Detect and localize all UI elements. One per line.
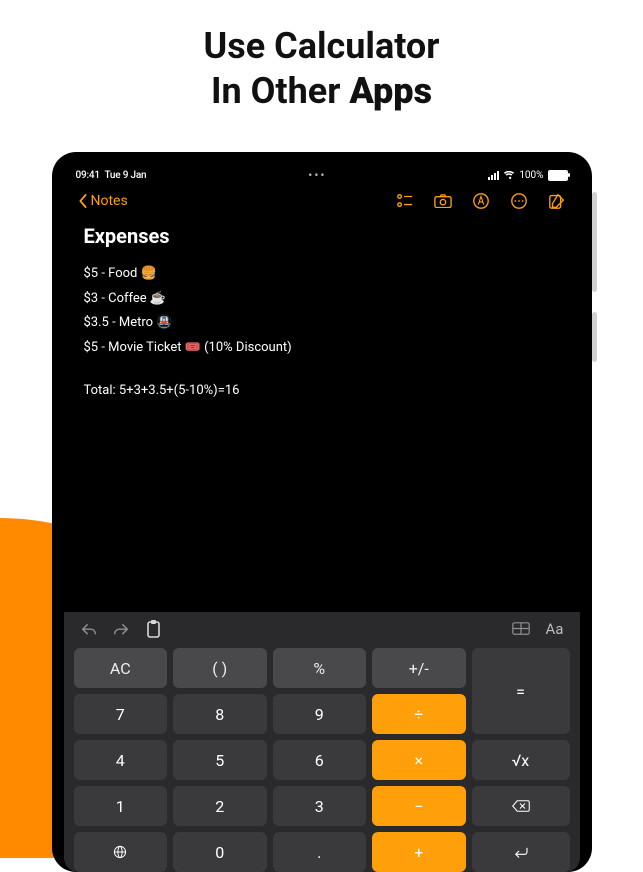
tablet-side-button <box>592 312 597 362</box>
key-6[interactable]: 6 <box>273 740 367 780</box>
key-4[interactable]: 4 <box>74 740 168 780</box>
promo-line2a: In Other <box>211 70 349 112</box>
more-icon[interactable] <box>510 192 528 210</box>
redo-icon[interactable] <box>112 620 130 638</box>
key-globe[interactable] <box>74 832 168 872</box>
note-body[interactable]: Expenses $5 - Food 🍔 $3 - Coffee ☕ $3.5 … <box>64 220 580 612</box>
notes-header: Notes <box>64 182 580 220</box>
battery-pct: 100% <box>519 170 543 181</box>
undo-icon[interactable] <box>80 620 98 638</box>
note-line: $5 - Food 🍔 <box>84 262 560 287</box>
key-sqrt[interactable]: √x <box>472 740 570 780</box>
wifi-icon <box>503 171 515 179</box>
key-2[interactable]: 2 <box>173 786 267 826</box>
format-icon[interactable]: Aa <box>546 620 564 638</box>
signal-icon <box>488 171 499 180</box>
promo-line1: Use Calculator <box>204 25 440 67</box>
key-dot[interactable]: . <box>273 832 367 872</box>
calculator-keyboard: Aa AC ( ) % +/- 7 8 9 ÷ 4 5 6 × 1 <box>64 612 580 872</box>
key-9[interactable]: 9 <box>273 694 367 734</box>
key-7[interactable]: 7 <box>74 694 168 734</box>
markup-icon[interactable] <box>472 192 490 210</box>
battery-icon <box>548 170 568 181</box>
key-ac[interactable]: AC <box>74 648 168 688</box>
chevron-left-icon <box>78 194 88 208</box>
key-paren[interactable]: ( ) <box>173 648 267 688</box>
key-plusminus[interactable]: +/- <box>372 648 466 688</box>
note-line: $3.5 - Metro 🚇 <box>84 311 560 336</box>
screen: 09:41 Tue 9 Jan ••• 100% Notes <box>64 164 580 872</box>
key-divide[interactable]: ÷ <box>372 694 466 734</box>
promo-line2b: Apps <box>349 70 432 112</box>
key-5[interactable]: 5 <box>173 740 267 780</box>
note-total: Total: 5+3+3.5+(5-10%)=16 <box>84 379 560 404</box>
tablet-frame: 09:41 Tue 9 Jan ••• 100% Notes <box>52 152 592 872</box>
status-bar: 09:41 Tue 9 Jan ••• 100% <box>64 164 580 182</box>
tablet-side-button <box>592 192 597 292</box>
key-backspace[interactable] <box>472 786 570 826</box>
status-date: Tue 9 Jan <box>104 170 146 181</box>
note-line: $3 - Coffee ☕ <box>84 287 560 312</box>
key-subtract[interactable]: − <box>372 786 466 826</box>
key-8[interactable]: 8 <box>173 694 267 734</box>
key-return[interactable] <box>472 832 570 872</box>
table-icon[interactable] <box>512 620 530 638</box>
back-label: Notes <box>91 193 128 209</box>
key-percent[interactable]: % <box>273 648 367 688</box>
key-equals[interactable]: = <box>472 648 570 734</box>
keyboard-toolbar: Aa <box>64 612 580 642</box>
camera-icon[interactable] <box>434 192 452 210</box>
multitask-dots: ••• <box>308 168 326 182</box>
note-line: $5 - Movie Ticket 🎟️ (10% Discount) <box>84 336 560 361</box>
key-add[interactable]: + <box>372 832 466 872</box>
key-0[interactable]: 0 <box>173 832 267 872</box>
promo-heading: Use Calculator In Other Apps <box>0 0 643 114</box>
key-1[interactable]: 1 <box>74 786 168 826</box>
clipboard-icon[interactable] <box>144 620 162 638</box>
checklist-icon[interactable] <box>396 192 414 210</box>
note-title: Expenses <box>84 224 560 248</box>
key-3[interactable]: 3 <box>273 786 367 826</box>
back-button[interactable]: Notes <box>78 193 128 209</box>
status-time: 09:41 <box>76 170 100 181</box>
compose-icon[interactable] <box>548 192 566 210</box>
key-multiply[interactable]: × <box>372 740 466 780</box>
